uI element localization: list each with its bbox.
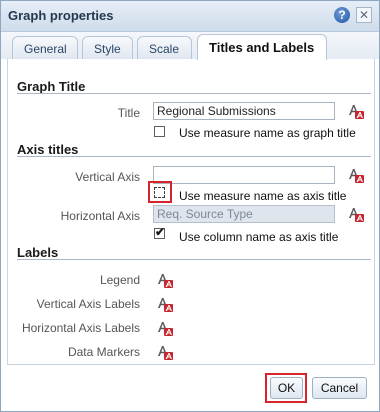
horizontal-axis-input <box>153 205 335 223</box>
use-measure-graph-title-label: Use measure name as graph title <box>179 126 356 140</box>
use-column-axis-title-checkbox[interactable]: ✔ <box>154 225 166 239</box>
graph-title-input[interactable] <box>153 102 335 120</box>
dialog-titlebar: Graph properties ? ✕ <box>1 1 379 32</box>
section-axis-titles: Axis titles <box>17 142 79 157</box>
format-font-icon[interactable] <box>348 103 364 119</box>
use-column-axis-title-label: Use column name as axis title <box>179 230 339 244</box>
format-font-icon[interactable] <box>157 344 173 360</box>
tab-content-panel: Graph Title Title Use measure name as gr… <box>7 59 375 365</box>
format-font-icon[interactable] <box>348 167 364 183</box>
tab-bar: General Style Scale Titles and Labels <box>1 32 379 60</box>
section-graph-title: Graph Title <box>17 79 86 94</box>
title-label: Title <box>117 106 140 120</box>
help-icon[interactable]: ? <box>334 7 350 23</box>
format-font-icon[interactable] <box>157 272 173 288</box>
tab-style[interactable]: Style <box>82 36 133 59</box>
dialog-title: Graph properties <box>8 8 114 23</box>
close-icon[interactable]: ✕ <box>356 7 372 23</box>
tab-titles-and-labels[interactable]: Titles and Labels <box>197 34 327 60</box>
horizontal-axis-labels-label: Horizontal Axis Labels <box>21 321 140 335</box>
graph-properties-dialog: Graph properties ? ✕ General Style Scale… <box>0 0 380 412</box>
section-labels: Labels <box>17 245 59 260</box>
section-divider <box>17 156 371 157</box>
tab-scale[interactable]: Scale <box>137 36 192 59</box>
use-measure-axis-title-checkbox[interactable] <box>154 187 165 198</box>
format-font-icon[interactable] <box>348 206 364 222</box>
data-markers-label: Data Markers <box>67 345 140 359</box>
format-font-icon[interactable] <box>157 320 173 336</box>
use-measure-axis-title-label: Use measure name as axis title <box>179 189 347 203</box>
section-divider <box>17 93 371 94</box>
vertical-axis-input[interactable] <box>153 166 335 184</box>
cancel-button[interactable]: Cancel <box>312 377 367 399</box>
checkmark-icon: ✔ <box>155 225 166 239</box>
vertical-axis-labels-label: Vertical Axis Labels <box>36 297 140 311</box>
section-divider <box>17 259 371 260</box>
use-measure-graph-title-checkbox[interactable] <box>154 126 165 137</box>
ok-button[interactable]: OK <box>270 377 303 399</box>
horizontal-axis-label: Horizontal Axis <box>60 209 140 223</box>
format-font-icon[interactable] <box>157 296 173 312</box>
vertical-axis-label: Vertical Axis <box>75 170 140 184</box>
tab-general[interactable]: General <box>12 36 78 59</box>
legend-label: Legend <box>99 273 140 287</box>
